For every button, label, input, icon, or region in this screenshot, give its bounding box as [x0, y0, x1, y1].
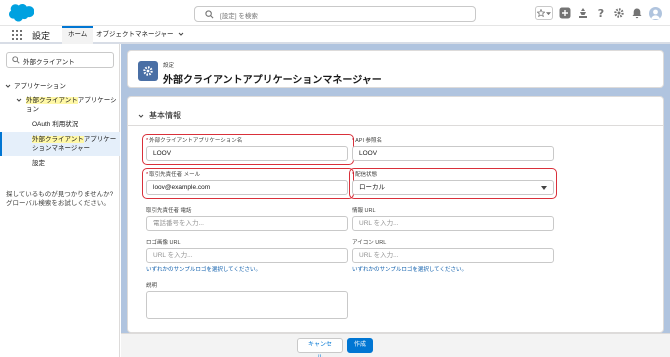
- favorites-list-icon: [546, 11, 551, 15]
- global-search-hint: 探しているものが見つかりませんか? グローバル検索をお試しください。: [6, 191, 114, 207]
- field-label-text: 外部クライアントアプリケーション名: [149, 138, 243, 144]
- required-marker: *: [146, 172, 149, 178]
- main-content: 設定 外部クライアントアプリケーションマネージャー 基本情報 *外部クライアント…: [121, 44, 670, 357]
- field-label: *取引先責任者 メール: [146, 171, 348, 179]
- tree-item-external-client-apps[interactable]: 外部クライアントアプリケーション: [0, 94, 120, 118]
- setup-gear-icon[interactable]: [613, 7, 625, 19]
- app-name-input[interactable]: LOOV: [146, 146, 348, 161]
- contact-phone-input[interactable]: 電話番号を入力...: [146, 216, 348, 231]
- global-actions-icon[interactable]: [559, 7, 571, 19]
- field-label: *外部クライアントアプリケーション名: [146, 137, 348, 145]
- header-tools: ?: [535, 5, 662, 21]
- field-info-url: 情報 URL URL を入力...: [352, 207, 554, 231]
- search-icon: [12, 56, 20, 64]
- page-header: 設定 外部クライアントアプリケーションマネージャー: [127, 50, 664, 88]
- setup-tree: アプリケーション 外部クライアントアプリケーション OAuth 利用状況 外部ク…: [0, 80, 120, 170]
- setup-gear-icon: [138, 61, 158, 81]
- required-marker: *: [352, 172, 355, 178]
- chevron-down-icon[interactable]: [138, 113, 144, 119]
- section-title: 基本情報: [149, 111, 181, 120]
- app-navigation-bar: 設定 ホーム オブジェクトマネージャー: [0, 26, 670, 44]
- field-description: 説明: [146, 282, 348, 319]
- tree-item-oauth-usage[interactable]: OAuth 利用状況: [0, 118, 120, 132]
- chevron-down-icon[interactable]: [16, 97, 22, 103]
- page-kicker: 設定: [163, 63, 175, 69]
- tree-item-label: OAuth 利用状況: [32, 121, 79, 128]
- chevron-down-icon[interactable]: [178, 31, 184, 37]
- salesforce-logo-icon[interactable]: [8, 3, 34, 22]
- new-app-form: 基本情報 *外部クライアントアプリケーション名 LOOV *API 参照名 LO…: [127, 96, 664, 333]
- help-icon[interactable]: ?: [595, 7, 607, 19]
- search-icon: [205, 10, 214, 19]
- field-label: 説明: [146, 283, 158, 289]
- distribution-state-value: ローカル: [359, 184, 385, 191]
- tree-item-label: 設定: [32, 160, 45, 167]
- chevron-down-icon[interactable]: [5, 83, 11, 89]
- field-app-name: *外部クライアントアプリケーション名 LOOV: [146, 137, 348, 161]
- field-api-name: *API 参照名 LOOV: [352, 137, 554, 161]
- favorites-button[interactable]: [535, 6, 553, 20]
- app-launcher-icon[interactable]: [12, 30, 22, 40]
- quick-find-value: 外部クライアント: [23, 59, 75, 66]
- tab-object-manager-label: オブジェクトマネージャー: [96, 31, 174, 38]
- form-footer: キャンセル 作成: [121, 333, 670, 357]
- field-distribution-state: *配信状態 ローカル: [352, 171, 554, 195]
- setup-sidebar: 外部クライアント アプリケーション 外部クライアントアプリケーション OAuth…: [0, 44, 120, 357]
- tab-home[interactable]: ホーム: [62, 26, 94, 44]
- required-marker: *: [146, 138, 149, 144]
- field-label: アイコン URL: [352, 240, 387, 246]
- tree-item-label: アプリケーション: [14, 83, 66, 90]
- page-title: 外部クライアントアプリケーションマネージャー: [163, 75, 382, 86]
- field-label: ロゴ画像 URL: [146, 240, 181, 246]
- quick-find-input[interactable]: 外部クライアント: [6, 52, 114, 68]
- field-label-text: 取引先責任者 メール: [149, 172, 201, 178]
- field-icon-url: アイコン URL URL を入力... いずれかのサンプルロゴを選択してください…: [352, 239, 554, 273]
- api-name-input[interactable]: LOOV: [352, 146, 554, 161]
- section-header-basic-info[interactable]: 基本情報: [138, 110, 181, 121]
- tree-item-applications[interactable]: アプリケーション: [0, 80, 120, 94]
- global-search-input[interactable]: [設定] を検索: [194, 6, 476, 22]
- field-label: 情報 URL: [352, 208, 376, 214]
- app-name: 設定: [32, 31, 51, 41]
- required-marker: *: [352, 138, 355, 144]
- sample-logo-link[interactable]: いずれかのサンプルロゴを選択してください。: [146, 265, 348, 273]
- distribution-state-select[interactable]: ローカル: [352, 180, 554, 195]
- create-button[interactable]: 作成: [347, 338, 373, 353]
- field-label-text: 配信状態: [355, 172, 378, 178]
- notification-bell-icon[interactable]: [631, 7, 643, 19]
- logo-url-input[interactable]: URL を入力...: [146, 248, 348, 263]
- user-avatar[interactable]: [649, 6, 662, 20]
- search-match-highlight: 外部クライアント: [32, 136, 84, 143]
- favorites-star-icon: [537, 9, 545, 17]
- info-url-input[interactable]: URL を入力...: [352, 216, 554, 231]
- trailhead-icon[interactable]: [577, 7, 589, 19]
- global-header: [設定] を検索 ?: [0, 0, 670, 26]
- search-match-highlight: 外部クライアント: [26, 97, 78, 104]
- tree-item-external-client-app-manager[interactable]: 外部クライアントアプリケーションマネージャー: [0, 132, 120, 156]
- svg-text:?: ?: [598, 7, 604, 19]
- sample-icon-link[interactable]: いずれかのサンプルロゴを選択してください。: [352, 265, 554, 273]
- tab-object-manager[interactable]: オブジェクトマネージャー: [90, 26, 190, 44]
- description-textarea[interactable]: [146, 291, 348, 319]
- search-placeholder: [設定] を検索: [220, 13, 258, 20]
- contact-email-input[interactable]: loov@example.com: [146, 180, 348, 195]
- icon-url-input[interactable]: URL を入力...: [352, 248, 554, 263]
- field-label: *配信状態: [352, 171, 554, 179]
- field-label: *API 参照名: [352, 137, 554, 145]
- field-label-text: API 参照名: [355, 138, 383, 144]
- field-contact-phone: 取引先責任者 電話 電話番号を入力...: [146, 207, 348, 231]
- field-logo-url: ロゴ画像 URL URL を入力... いずれかのサンプルロゴを選択してください…: [146, 239, 348, 273]
- field-label: 取引先責任者 電話: [146, 208, 192, 214]
- section-divider: [128, 125, 663, 126]
- tree-item-settings[interactable]: 設定: [0, 156, 120, 170]
- cancel-button[interactable]: キャンセル: [297, 338, 343, 357]
- dropdown-caret-icon: [541, 186, 547, 190]
- field-contact-email: *取引先責任者 メール loov@example.com: [146, 171, 348, 195]
